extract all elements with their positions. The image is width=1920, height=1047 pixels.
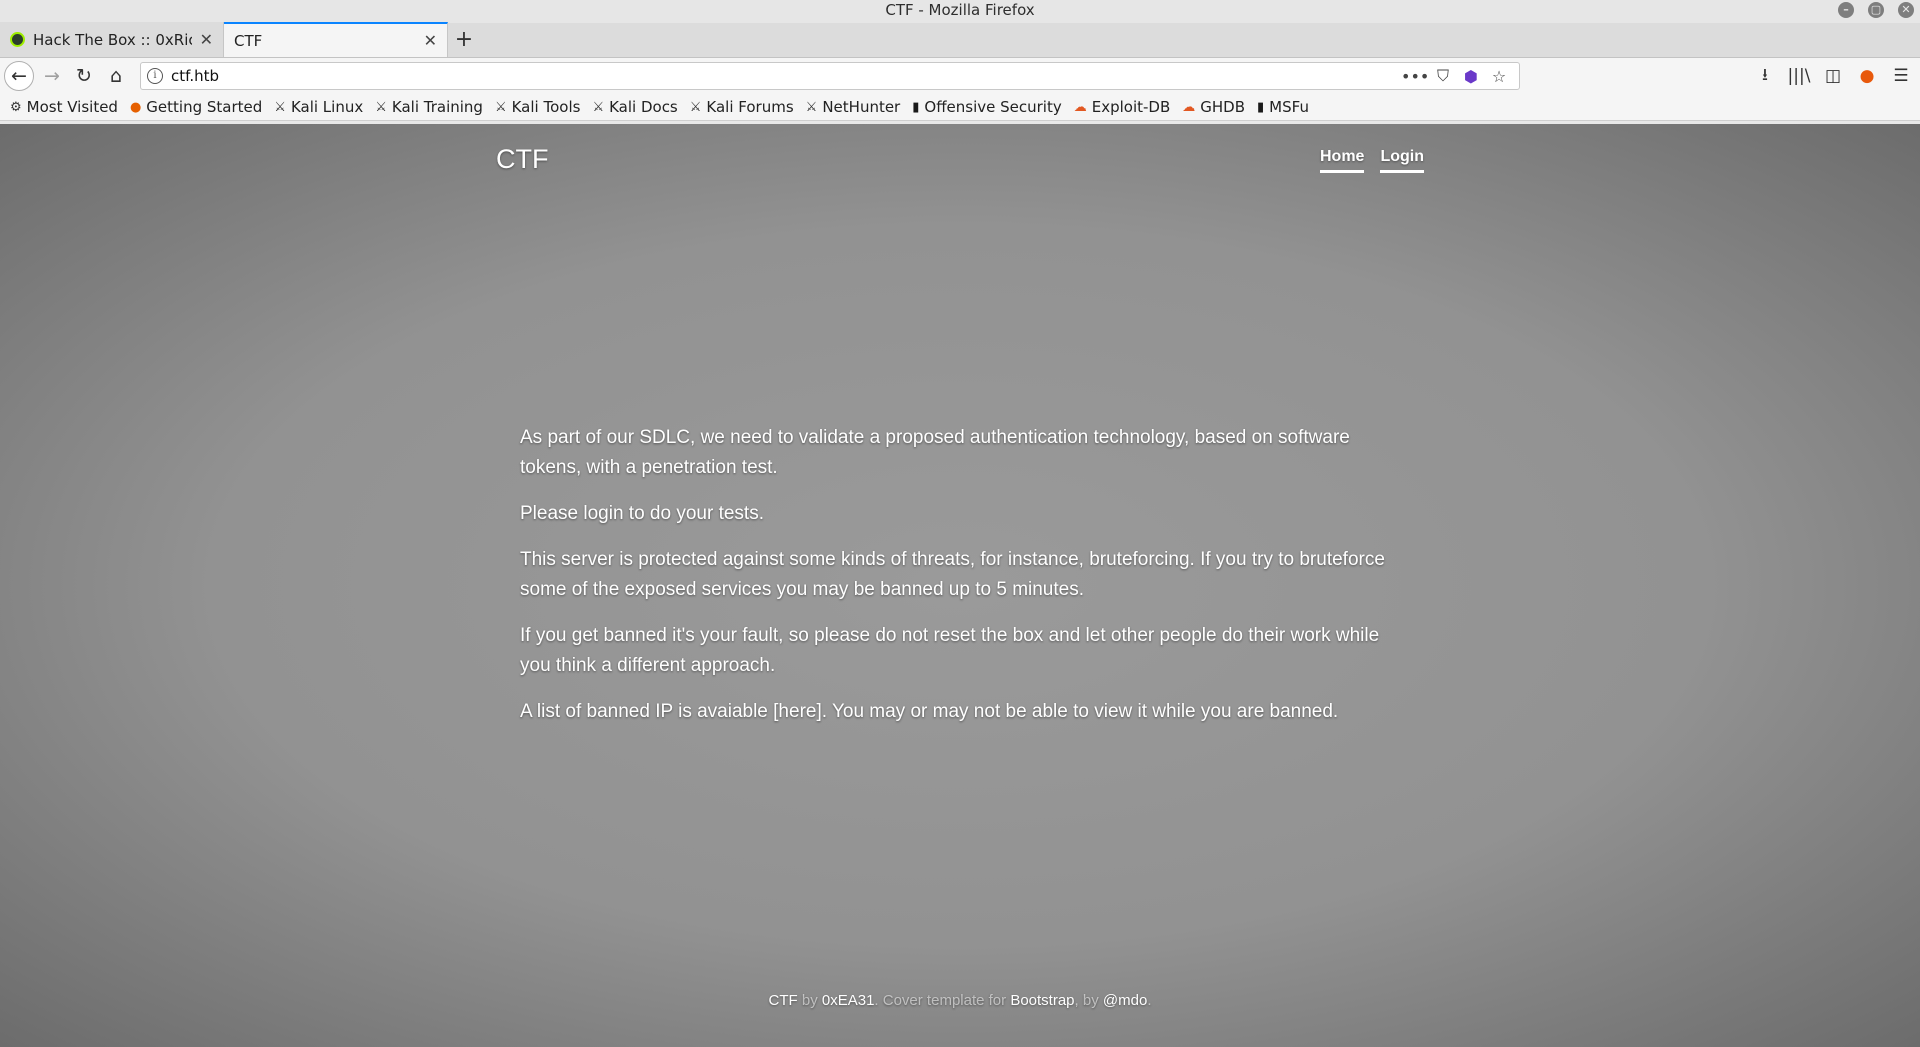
kali-icon: ⚔ [592,99,605,115]
tab-title: Hack The Box :: 0xRick [33,30,192,49]
intro-paragraph: As part of our SDLC, we need to validate… [520,427,1350,478]
site-brand: CTF [496,144,549,174]
firefox-icon: ● [129,99,142,115]
window-controls: – ▢ ✕ [1838,2,1914,18]
navigation-toolbar: ← → ↻ ⌂ i ctf.htb ••• ⛉ ⬢ ☆ ⭳ |||\ ◫ ● ☰ [0,58,1920,94]
offsec-icon: ▮ [912,99,920,115]
footer-mdo-link[interactable]: @mdo [1103,992,1147,1009]
kali-icon: ⚔ [494,99,507,115]
bookmark-nethunter[interactable]: ⚔ NetHunter [806,98,901,116]
site-footer: CTF by 0xEA31. Cover template for Bootst… [0,992,1920,1009]
hackthebox-favicon-icon [10,32,25,47]
footer-text: . [1147,992,1152,1009]
minimize-button[interactable]: – [1838,2,1854,18]
login-paragraph: Please login to do your tests. [520,503,764,524]
back-button[interactable]: ← [4,61,34,91]
kali-icon: ⚔ [375,99,387,115]
bookmark-kali-training[interactable]: ⚔ Kali Training [375,98,483,116]
bookmark-getting-started[interactable]: ● Getting Started [130,98,262,116]
footer-author-link[interactable]: 0xEA31 [822,992,875,1009]
kali-icon: ⚔ [274,99,286,115]
bookmark-label: NetHunter [822,98,901,116]
bookmark-label: Kali Tools [511,98,581,116]
footer-bootstrap-link[interactable]: Bootstrap [1010,992,1074,1009]
window-title: CTF - Mozilla Firefox [885,1,1035,19]
banned-paragraph: If you get banned it's your fault, so pl… [520,625,1380,676]
banned-list-paragraph: A list of banned IP is avaiable [here]. … [520,701,1339,722]
gear-icon: ⚙ [10,99,22,115]
page-viewport: CTF Home Login As part of our SDLC, we n… [0,124,1920,1047]
bookmark-label: Most Visited [26,98,118,116]
menu-icon[interactable]: ☰ [1886,61,1916,91]
kali-icon: ⚔ [805,99,818,115]
tab-close-icon[interactable]: ✕ [424,31,437,50]
home-button[interactable]: ⌂ [100,60,132,92]
bookmark-kali-docs[interactable]: ⚔ Kali Docs [592,98,677,116]
bookmark-kali-linux[interactable]: ⚔ Kali Linux [274,98,363,116]
footer-text: by [797,992,822,1009]
bookmark-msfu[interactable]: ▮ MSFu [1257,98,1309,116]
site-nav: Home Login [1320,148,1424,173]
bookmark-most-visited[interactable]: ⚙ Most Visited [10,98,118,116]
protection-paragraph: This server is protected against some ki… [520,549,1385,600]
footer-ctf: CTF [768,992,798,1009]
bookmark-kali-tools[interactable]: ⚔ Kali Tools [495,98,580,116]
bookmarks-toolbar: ⚙ Most Visited ● Getting Started ⚔ Kali Lin… [0,94,1920,121]
bookmark-label: Kali Training [391,98,483,116]
nav-home-link[interactable]: Home [1320,148,1365,173]
bookmark-label: Kali Forums [706,98,794,116]
bookmark-exploit-db[interactable]: ☁ Exploit-DB [1074,98,1171,116]
new-tab-button[interactable]: + [448,22,480,57]
toolbar-right: ⭳ |||\ ◫ ● ☰ [1750,61,1916,91]
footer-text: . Cover template for [874,992,1011,1009]
bookmark-star-icon[interactable]: ☆ [1485,67,1513,86]
bookmark-label: GHDB [1200,98,1246,116]
nav-login-link[interactable]: Login [1380,148,1424,173]
bookmark-label: MSFu [1269,98,1309,116]
tab-ctf[interactable]: CTF ✕ [224,22,448,57]
tab-bar: Hack The Box :: 0xRick ✕ CTF ✕ + [0,22,1920,58]
pocket-icon[interactable]: ⛉ [1429,66,1457,86]
bookmark-label: Kali Linux [290,98,364,116]
bookmark-label: Offensive Security [924,98,1062,116]
reload-button[interactable]: ↻ [68,60,100,92]
close-window-button[interactable]: ✕ [1898,2,1914,18]
library-icon[interactable]: |||\ [1784,61,1814,91]
url-bar[interactable]: i ctf.htb ••• ⛉ ⬢ ☆ [140,62,1520,90]
tab-hackthebox[interactable]: Hack The Box :: 0xRick ✕ [0,22,224,57]
exploitdb-icon: ☁ [1073,99,1087,115]
tab-title: CTF [234,31,263,50]
bookmark-label: Kali Docs [609,98,678,116]
sidebar-icon[interactable]: ◫ [1818,61,1848,91]
forward-button[interactable]: → [36,60,68,92]
site-info-icon[interactable]: i [147,68,163,84]
offsec-icon: ▮ [1257,99,1265,115]
ghdb-icon: ☁ [1182,99,1196,115]
site-masthead: CTF Home Login [496,144,1424,184]
bookmark-offensive-security[interactable]: ▮ Offensive Security [912,98,1062,116]
extension-icon[interactable]: ⬢ [1457,67,1485,86]
bookmark-label: Exploit-DB [1091,98,1171,116]
kali-icon: ⚔ [689,99,702,115]
window-titlebar: CTF - Mozilla Firefox – ▢ ✕ [0,0,1920,23]
tab-close-icon[interactable]: ✕ [200,30,213,49]
downloads-icon[interactable]: ⭳ [1750,61,1780,91]
footer-text: , by [1074,992,1103,1009]
page-actions-icon[interactable]: ••• [1401,67,1429,86]
maximize-button[interactable]: ▢ [1868,2,1884,18]
bookmark-ghdb[interactable]: ☁ GHDB [1182,98,1245,116]
url-input[interactable]: ctf.htb [171,67,1401,85]
bookmark-label: Getting Started [146,98,263,116]
cover-content: As part of our SDLC, we need to validate… [520,423,1410,743]
account-icon[interactable]: ● [1852,61,1882,91]
bookmark-kali-forums[interactable]: ⚔ Kali Forums [690,98,794,116]
